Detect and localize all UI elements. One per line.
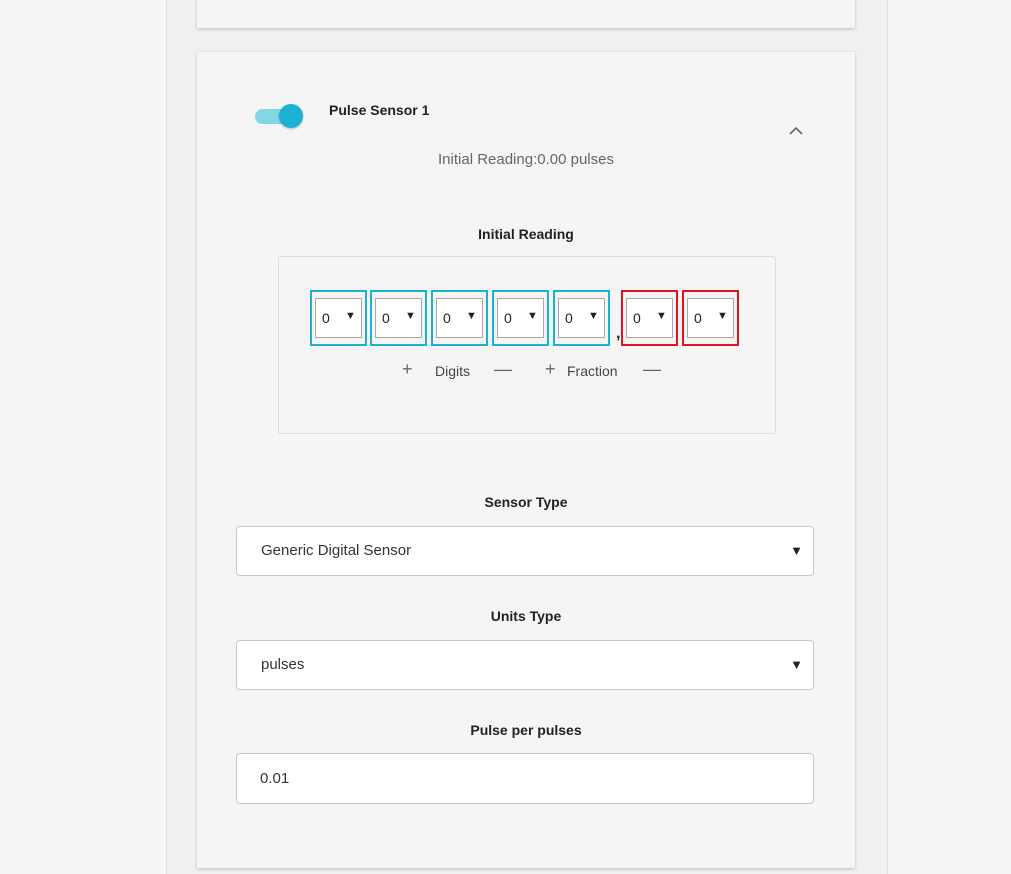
dropdown-arrow-icon: ▼ — [717, 310, 728, 322]
units-type-value: pulses — [261, 656, 305, 673]
previous-sensor-card — [197, 0, 855, 28]
toggle-knob — [279, 104, 303, 128]
dropdown-arrow-icon: ▼ — [527, 310, 538, 322]
initial-reading-panel: 0 ▼ 0 ▼ 0 ▼ 0 ▼ 0 ▼ , 0 ▼ 0 ▼ + Digits — + Frac… — [278, 256, 776, 434]
add-digit-button[interactable]: + — [402, 359, 413, 380]
dropdown-arrow-icon: ▼ — [588, 310, 599, 322]
sensor-type-select[interactable]: Generic Digital Sensor ▼ — [236, 526, 814, 576]
digits-label: Digits — [435, 363, 471, 379]
chevron-up-icon[interactable] — [784, 120, 808, 144]
sensor-enable-toggle[interactable] — [255, 104, 307, 128]
dropdown-arrow-icon: ▼ — [466, 310, 477, 322]
dropdown-arrow-icon: ▼ — [790, 543, 803, 558]
digit-selector[interactable]: 0 ▼ — [431, 290, 488, 346]
units-type-label: Units Type — [490, 608, 562, 624]
pulse-per-input[interactable] — [236, 753, 814, 804]
fraction-selector[interactable]: 0 ▼ — [621, 290, 678, 346]
add-fraction-button[interactable]: + — [545, 359, 556, 380]
pulse-per-label: Pulse per pulses — [470, 722, 582, 738]
dropdown-arrow-icon: ▼ — [656, 310, 667, 322]
sensor-type-label: Sensor Type — [484, 494, 568, 510]
sensor-title: Pulse Sensor 1 — [329, 102, 430, 118]
digit-selector[interactable]: 0 ▼ — [310, 290, 367, 346]
sensor-card: Pulse Sensor 1 Initial Reading:0.00 puls… — [197, 52, 855, 868]
decimal-separator: , — [616, 325, 621, 342]
dropdown-arrow-icon: ▼ — [345, 310, 356, 322]
initial-reading-label: Initial Reading — [478, 226, 574, 242]
remove-digit-button[interactable]: — — [494, 359, 512, 380]
sensor-type-value: Generic Digital Sensor — [261, 542, 412, 559]
dropdown-arrow-icon: ▼ — [790, 657, 803, 672]
digit-selector[interactable]: 0 ▼ — [370, 290, 427, 346]
digit-selector[interactable]: 0 ▼ — [492, 290, 549, 346]
dropdown-arrow-icon: ▼ — [405, 310, 416, 322]
sensor-summary: Initial Reading:0.00 pulses — [438, 151, 614, 168]
fraction-label: Fraction — [567, 363, 618, 379]
digit-selector[interactable]: 0 ▼ — [553, 290, 610, 346]
remove-fraction-button[interactable]: — — [643, 359, 661, 380]
fraction-selector[interactable]: 0 ▼ — [682, 290, 739, 346]
units-type-select[interactable]: pulses ▼ — [236, 640, 814, 690]
